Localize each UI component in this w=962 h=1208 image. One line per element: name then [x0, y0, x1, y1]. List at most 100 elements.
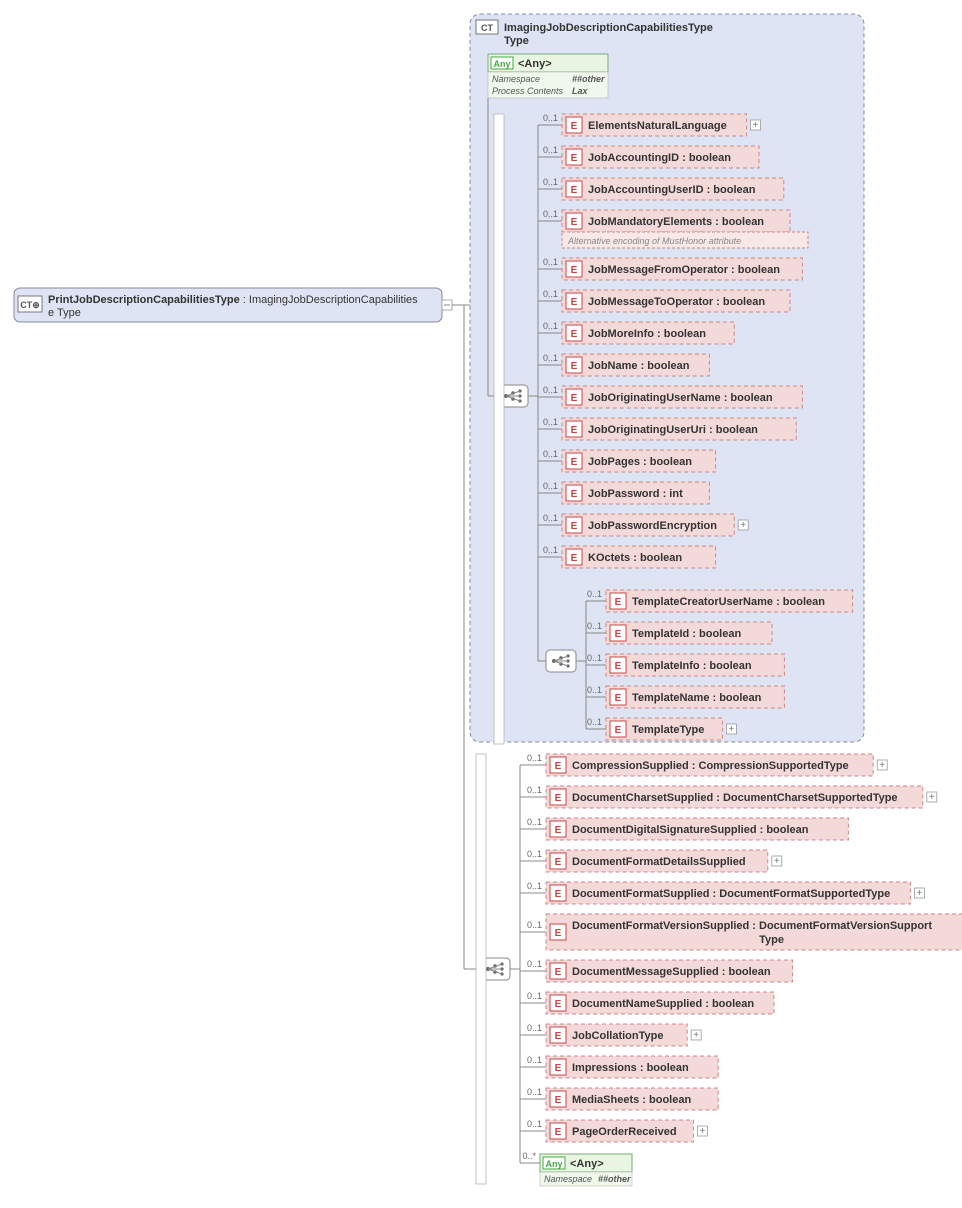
element-label: JobOriginatingUserName : boolean	[588, 392, 773, 404]
cardinality-label: 0..1	[527, 817, 542, 827]
svg-text:+: +	[740, 520, 746, 531]
svg-text:E: E	[571, 121, 578, 132]
cardinality-label: 0..1	[527, 1023, 542, 1033]
svg-text:E: E	[571, 185, 578, 196]
element-node: EPageOrderReceived+	[546, 1120, 707, 1142]
element-node: E CompressionSupplied : CompressionSuppor…	[546, 754, 887, 776]
svg-text:E: E	[571, 553, 578, 564]
svg-text:Namespace: Namespace	[544, 1174, 592, 1184]
svg-text:+: +	[753, 120, 759, 131]
element-node: EJobName : boolean	[562, 354, 709, 376]
svg-text:Type: Type	[759, 934, 784, 946]
cardinality-label: 0..1	[543, 417, 558, 427]
cardinality-label: 0..1	[527, 1087, 542, 1097]
element-note: Alternative encoding of MustHonor attrib…	[567, 236, 741, 246]
svg-text:E: E	[555, 761, 562, 772]
svg-text:+: +	[774, 856, 780, 867]
element-node: E TemplateCreatorUserName : boolean	[606, 590, 853, 612]
schema-diagram: CT⊕PrintJobDescriptionCapabilitiesType :…	[10, 10, 962, 1198]
svg-text:E: E	[555, 1031, 562, 1042]
element-label: DocumentFormatDetailsSupplied	[572, 856, 746, 868]
svg-text:CT⊕: CT⊕	[20, 300, 40, 310]
element-node: EJobCollationType+	[546, 1024, 701, 1046]
element-node: E DocumentDigitalSignatureSupplied : bool…	[546, 818, 848, 840]
svg-text:<Any>: <Any>	[570, 1158, 604, 1170]
element-node: ETemplateType+	[606, 718, 736, 740]
cardinality-label: 0..1	[543, 481, 558, 491]
svg-text:##other: ##other	[572, 74, 605, 84]
element-label: DocumentDigitalSignatureSupplied : boole…	[572, 824, 809, 836]
svg-text:CT: CT	[481, 23, 493, 33]
element-label: JobMessageFromOperator : boolean	[588, 264, 780, 276]
cardinality-label: 0..1	[527, 991, 542, 1001]
element-node: EElementsNaturalLanguage+	[562, 114, 761, 136]
svg-text:E: E	[571, 361, 578, 372]
cardinality-label: 0..1	[543, 177, 558, 187]
element-node: E DocumentFormatDetailsSupplied +	[546, 850, 782, 872]
element-label: JobMessageToOperator : boolean	[588, 296, 765, 308]
cardinality-label: 0..1	[543, 545, 558, 555]
element-node: EDocumentCharsetSupplied : DocumentChars…	[546, 786, 937, 808]
svg-text:E: E	[555, 1095, 562, 1106]
element-node: EDocumentMessageSupplied : boolean	[546, 960, 793, 982]
cardinality-label: 0..1	[527, 753, 542, 763]
element-label: TemplateName : boolean	[632, 692, 762, 704]
svg-text:E: E	[555, 889, 562, 900]
sequence-span-bar	[494, 114, 504, 744]
svg-text:E: E	[615, 693, 622, 704]
svg-text:+: +	[879, 760, 885, 771]
element-label: JobAccountingID : boolean	[588, 152, 731, 164]
svg-text:E: E	[571, 153, 578, 164]
cardinality-label: 0..1	[543, 513, 558, 523]
svg-text:+: +	[929, 792, 935, 803]
element-node: EJobPasswordEncryption+	[562, 514, 748, 536]
element-label: DocumentNameSupplied : boolean	[572, 998, 754, 1010]
element-label: TemplateInfo : boolean	[632, 660, 752, 672]
cardinality-label: 0..1	[543, 289, 558, 299]
element-node: EImpressions : boolean	[546, 1056, 718, 1078]
cardinality-label: 0..1	[543, 209, 558, 219]
element-node: EDocumentFormatSupplied : DocumentFormat…	[546, 882, 924, 904]
element-node: EJobMoreInfo : boolean	[562, 322, 734, 344]
svg-text:E: E	[555, 825, 562, 836]
element-label: TemplateType	[632, 724, 704, 736]
svg-text:E: E	[571, 425, 578, 436]
cardinality-label: 0..1	[587, 653, 602, 663]
svg-text:Process Contents: Process Contents	[492, 86, 564, 96]
element-node: EJobPages : boolean	[562, 450, 716, 472]
cardinality-label: 0..1	[543, 449, 558, 459]
element-label: CompressionSupplied : CompressionSupport…	[572, 760, 849, 772]
cardinality-label: 0..1	[527, 881, 542, 891]
svg-text:+: +	[728, 724, 734, 735]
element-node: E JobMessageFromOperator : boolean	[562, 258, 802, 280]
svg-text:E: E	[571, 265, 578, 276]
element-label: JobCollationType	[572, 1030, 663, 1042]
element-node: EKOctets : boolean	[562, 546, 716, 568]
svg-text:E: E	[571, 329, 578, 340]
element-node: EJobOriginatingUserUri : boolean	[562, 418, 796, 440]
cardinality-label: 0..1	[527, 920, 542, 930]
svg-text:E: E	[571, 521, 578, 532]
cardinality-label: 0..1	[587, 589, 602, 599]
element-label: MediaSheets : boolean	[572, 1094, 691, 1106]
element-label: DocumentFormatVersionSupplied : Document…	[572, 920, 932, 932]
element-label: JobPages : boolean	[588, 456, 692, 468]
element-label: TemplateCreatorUserName : boolean	[632, 596, 825, 608]
element-node: ETemplateId : boolean	[606, 622, 772, 644]
svg-text:E: E	[555, 857, 562, 868]
svg-text:E: E	[615, 629, 622, 640]
cardinality-label: 0..1	[543, 353, 558, 363]
element-node: EJobMandatoryElements : boolean	[562, 210, 790, 232]
cardinality-label: 0..1	[587, 685, 602, 695]
svg-text:E: E	[555, 1127, 562, 1138]
svg-text:e: e Type	[48, 307, 81, 319]
svg-text:E: E	[615, 597, 622, 608]
cardinality-label: 0..1	[543, 145, 558, 155]
element-node: E MediaSheets : boolean	[546, 1088, 718, 1110]
cardinality-label: 0..1	[527, 1055, 542, 1065]
base-type-name: ImagingJobDescriptionCapabilitiesType	[504, 22, 713, 34]
cardinality-label: 0..1	[587, 621, 602, 631]
element-node: EDocumentNameSupplied : boolean	[546, 992, 774, 1014]
sequence-span-bar	[476, 754, 486, 1184]
svg-text:E: E	[571, 489, 578, 500]
